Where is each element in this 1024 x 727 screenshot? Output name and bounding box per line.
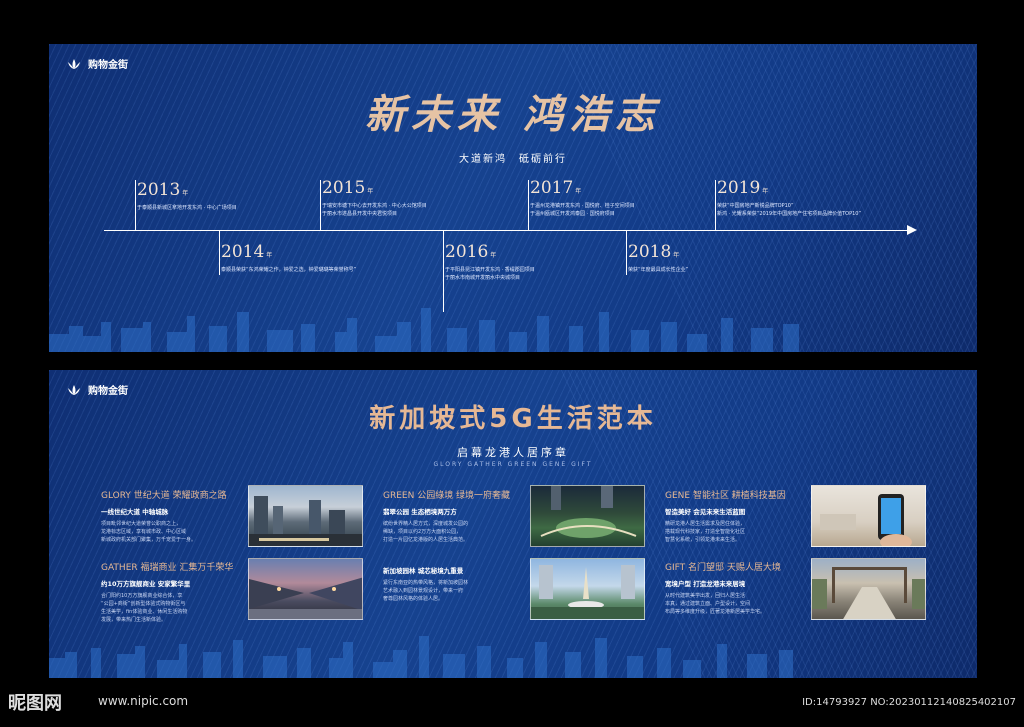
event-year: 2017 年	[530, 178, 582, 198]
event-connector	[443, 230, 444, 312]
event-line: 于泰顺县新城区拿地开发东鸿 · 中心广场项目	[137, 205, 237, 211]
timeline-subtitle: 大道新鸿 砥砺前行	[459, 154, 567, 165]
event-line: 于温州龙港镇开发东鸿 · 国悦府、桂子空间项目	[530, 203, 635, 209]
green-photo	[530, 485, 645, 547]
timeline-title: 新未来 鸿浩志	[365, 91, 661, 138]
brand-logo: 购物金街	[65, 56, 128, 71]
block-heading: GREEN 公园綠境 绿境一府奢藏	[383, 491, 511, 501]
block-subheading: 一线世纪大道 中轴城脉	[101, 508, 169, 516]
event-connector	[715, 180, 716, 230]
lifestyle-banner: 购物金街 新加坡式5G生活范本 启幕龙港人居序章 GLORY GATHER GR…	[49, 370, 977, 678]
event-year: 2014 年	[221, 242, 273, 262]
event-2016: 2016 年 于平阳县昆江镇开发东鸿 · 香缇郡园项目 于丽水市南城开发丽水中央城…	[445, 242, 535, 282]
gift-block: GIFT 名门望邸 天赐人居大境 宽境户型 打造龙港未来居境 从时代建筑美学出发…	[665, 560, 805, 616]
event-year: 2013 年	[137, 180, 189, 200]
block-heading: GIFT 名门望邸 天赐人居大境	[665, 563, 781, 573]
event-2017: 2017 年 于温州龙港镇开发东鸿 · 国悦府、桂子空间项目 于温州瓯城区开发鸿泰…	[530, 178, 635, 218]
block-subheading: 翡翠公园 生态栖境两万方	[383, 508, 457, 516]
gift-photo	[811, 558, 926, 620]
event-line: 于温州瓯城区开发鸿泰园 · 国悦府项目	[530, 211, 615, 217]
lotus-icon	[68, 384, 80, 395]
block-subheading: 智造美好 会见未来生活蓝图	[665, 508, 746, 516]
garden-photo	[530, 558, 645, 620]
event-line: 荣获“中国房地产新锐品牌TOP10”	[717, 203, 794, 209]
event-connector	[219, 230, 220, 275]
event-line: 于瑞安市塘下中心去开发东鸿 · 中心大公馆项目	[322, 203, 427, 209]
block-subheading: 新加坡园林 城芯秘境九重景	[383, 567, 464, 575]
event-year: 2019 年	[717, 178, 769, 198]
event-2013: 2013 年 于泰顺县新城区拿地开发东鸿 · 中心广场项目	[137, 180, 237, 212]
block-subheading: 宽境户型 打造龙港未来居境	[665, 580, 746, 588]
event-year: 2016 年	[445, 242, 497, 262]
event-2018: 2018 年 荣获“年度最具成长性企业”	[628, 242, 688, 274]
gather-photo	[248, 558, 363, 620]
site-logo: 昵图网	[8, 693, 62, 714]
block-body: 合门阳约10万方旗舰商业综合体，享 “公园+商街”创新型体验式购物街区与 生活美…	[101, 593, 188, 623]
event-2019: 2019 年 荣获“中国房地产新锐品牌TOP10” 新鸿 · 光耀系荣获“2019…	[717, 178, 861, 218]
gather-block: GATHER 福瑞商业 汇集万千荣华 约10万方旗舰商业 安家繁华里 合门阳约1…	[101, 560, 241, 624]
event-year: 2018 年	[628, 242, 680, 262]
lotus-icon	[68, 58, 80, 69]
glory-block: GLORY 世纪大道 荣耀政商之路 一线世纪大道 中轴城脉 项目毗邻世纪大道荣誉…	[101, 488, 241, 544]
green-block: GREEN 公园綠境 绿境一府奢藏 翡翠公园 生态栖境两万方 缤纷世界精人居方式…	[383, 488, 523, 544]
block-heading: GLORY 世纪大道 荣耀政商之路	[101, 491, 227, 501]
event-line: 荣获“年度最具成长性企业”	[628, 267, 689, 273]
brand-name: 购物金街	[88, 60, 128, 71]
arrow-right-icon	[907, 225, 917, 235]
timeline-banner: 购物金街 新未来 鸿浩志 大道新鸿 砥砺前行 2013 年 于泰顺县新城区拿地开发…	[49, 44, 977, 352]
block-body: 精研龙港人居生活需求及居住体验， 搭载现代科技家，打造全智能化社区 智慧化系统，…	[665, 521, 746, 543]
event-line: 于丽水市南城开发丽水中央城项目	[445, 275, 521, 281]
lifestyle-subtitle-en: GLORY GATHER GREEN GENE GIFT	[433, 461, 593, 468]
event-2015: 2015 年 于瑞安市塘下中心去开发东鸿 · 中心大公馆项目 于丽水市遂昌县开发中…	[322, 178, 427, 218]
lifestyle-title: 新加坡式5G生活范本	[369, 404, 657, 434]
garden-block: 新加坡园林 城芯秘境九重景 紧行东南亚的热带风格，将新加坡园林 艺术融入到园林景…	[383, 560, 523, 603]
brand-name: 购物金街	[88, 386, 128, 397]
block-heading: GENE 智能社区 耕植科技基因	[665, 491, 786, 501]
glory-photo	[248, 485, 363, 547]
event-line: 于丽水市遂昌县开发中央君悦项目	[322, 211, 398, 217]
event-2014: 2014 年 泰顺县荣获“东鸿荣耀之作，钟爱之选，钟爱璐璐等荣誉称号”	[221, 242, 356, 274]
gene-block: GENE 智能社区 耕植科技基因 智造美好 会见未来生活蓝图 精研龙港人居生活需…	[665, 488, 805, 544]
timeline-axis	[104, 230, 910, 231]
event-connector	[626, 230, 627, 275]
site-url[interactable]: www.nipic.com	[98, 694, 188, 708]
block-subheading: 约10万方旗舰商业 安家繁华里	[101, 580, 191, 588]
city-skyline	[49, 308, 799, 352]
block-body: 从时代建筑美学出发，回归人居生活 本真，通过建筑立面、户型设计，空间 布局等多维…	[665, 593, 766, 615]
event-line: 泰顺县荣获“东鸿荣耀之作，钟爱之选，钟爱璐璐等荣誉称号”	[221, 267, 357, 273]
block-body: 紧行东南亚的热带风格，将新加坡园林 艺术融入到园林景观设计，带来一府 奢尊园林风…	[383, 580, 469, 602]
event-connector	[135, 180, 136, 230]
event-line: 新鸿 · 光耀系荣获“2019年中国房地产住宅项目品牌价值TOP10”	[717, 211, 862, 217]
lifestyle-subtitle: 启幕龙港人居序章	[457, 446, 569, 459]
event-line: 于平阳县昆江镇开发东鸿 · 香缇郡园项目	[445, 267, 535, 273]
event-connector	[320, 180, 321, 230]
gene-photo	[811, 485, 926, 547]
brand-logo: 购物金街	[65, 382, 128, 397]
event-connector	[528, 180, 529, 230]
block-body: 项目毗邻世纪大道荣誉公职商之上， 龙港标志区域，享有城市政、中心区域 新城政府机…	[101, 521, 197, 543]
block-body: 缤纷世界精人居方式，深度城发公园的 稀缺，项目以约2万方大面积公园， 打造一片园…	[383, 521, 469, 543]
block-heading: GATHER 福瑞商业 汇集万千荣华	[101, 563, 234, 573]
event-year: 2015 年	[322, 178, 374, 198]
image-id: ID:14793927 NO:20230112140825402107	[802, 697, 1016, 708]
